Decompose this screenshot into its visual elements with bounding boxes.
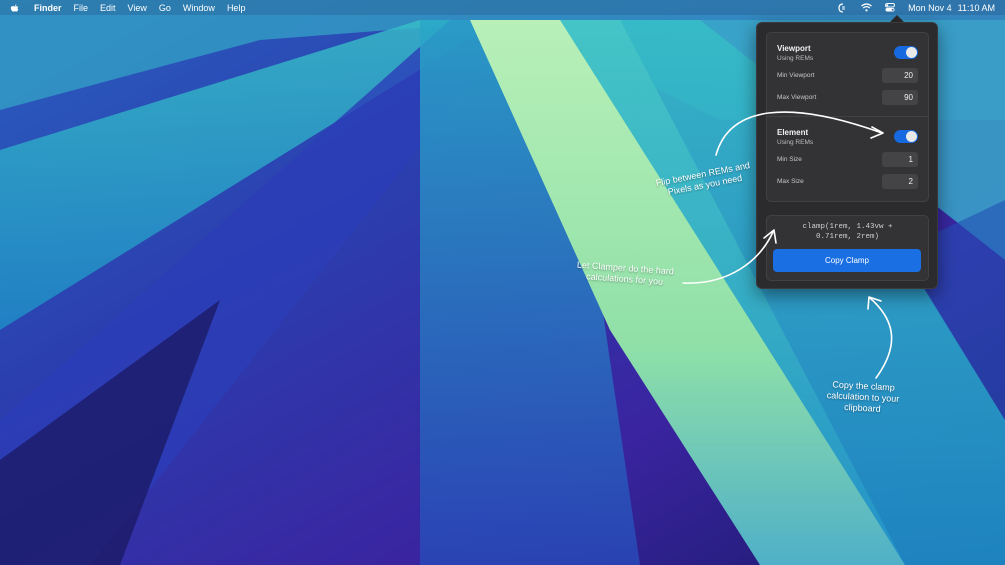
- annotation-copy-clipboard: Copy the clamp calculation to your clipb…: [807, 378, 919, 417]
- clamp-output-section: clamp(1rem, 1.43vw + 0.71rem, 2rem) Copy…: [766, 215, 929, 281]
- viewport-section: Viewport Using REMs Min Viewport 20 Max …: [766, 32, 929, 117]
- wifi-icon[interactable]: [860, 2, 872, 14]
- element-rem-toggle[interactable]: [894, 130, 918, 143]
- clamp-result-line-2: 0.71rem, 2rem): [815, 233, 879, 241]
- menu-bar: Finder File Edit View Go Window Help Mon…: [0, 0, 1005, 15]
- element-section: Element Using REMs Min Size 1 Max Size 2: [766, 116, 929, 202]
- menu-file[interactable]: File: [74, 3, 89, 13]
- max-size-label: Max Size: [777, 178, 804, 185]
- max-viewport-input[interactable]: 90: [882, 90, 918, 105]
- popover-arrow: [890, 15, 904, 22]
- clamp-result-text: clamp(1rem, 1.43vw + 0.71rem, 2rem): [767, 222, 928, 242]
- max-viewport-label: Max Viewport: [777, 94, 817, 101]
- menu-bar-date[interactable]: Mon Nov 4: [908, 3, 952, 13]
- menu-bar-time[interactable]: 11:10 AM: [958, 3, 995, 13]
- copy-clamp-button[interactable]: Copy Clamp: [773, 249, 921, 272]
- min-viewport-input[interactable]: 20: [882, 68, 918, 83]
- menu-go[interactable]: Go: [159, 3, 171, 13]
- menu-edit[interactable]: Edit: [100, 3, 116, 13]
- min-size-input[interactable]: 1: [882, 152, 918, 167]
- viewport-unit-label: Using REMs: [777, 55, 814, 62]
- clamper-menu-icon[interactable]: [836, 2, 848, 14]
- min-size-label: Min Size: [777, 156, 802, 163]
- min-viewport-label: Min Viewport: [777, 72, 815, 79]
- viewport-title: Viewport: [777, 44, 811, 53]
- element-title: Element: [777, 128, 809, 137]
- menu-view[interactable]: View: [128, 3, 147, 13]
- element-unit-label: Using REMs: [777, 139, 814, 146]
- max-size-input[interactable]: 2: [882, 174, 918, 189]
- clamper-popover: Viewport Using REMs Min Viewport 20 Max …: [756, 22, 938, 289]
- apple-logo-icon[interactable]: [10, 3, 22, 13]
- toggle-knob: [906, 131, 917, 142]
- menu-window[interactable]: Window: [183, 3, 215, 13]
- control-center-icon[interactable]: [884, 2, 896, 14]
- viewport-rem-toggle[interactable]: [894, 46, 918, 59]
- clamp-result-line-1: clamp(1rem, 1.43vw +: [802, 223, 893, 231]
- toggle-knob: [906, 47, 917, 58]
- menu-help[interactable]: Help: [227, 3, 246, 13]
- menu-app-name[interactable]: Finder: [34, 3, 62, 13]
